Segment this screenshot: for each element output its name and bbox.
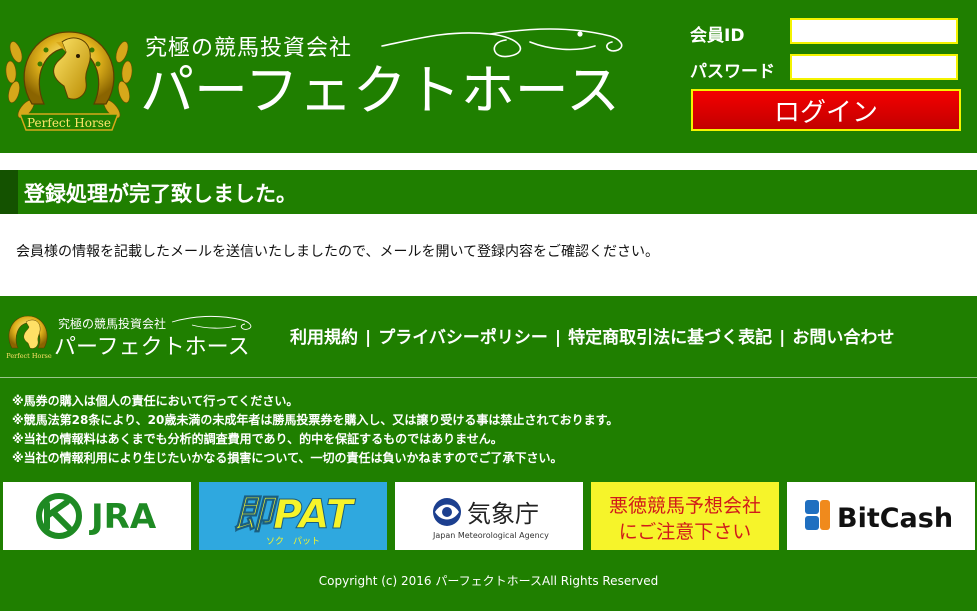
jma-logo-icon [433,498,461,526]
warning-line2: にご注意下さい [619,521,752,543]
link-separator: | [554,328,562,348]
footer-divider [0,377,977,378]
jra-banner[interactable]: JRA [3,482,191,550]
link-separator: | [365,328,372,348]
logo-emblem[interactable]: Perfect Horse [2,12,136,134]
notice-list: ※馬券の購入は個人の責任において行ってください。 ※競馬法第28条により、20歳… [12,392,618,468]
footer-logo[interactable]: Perfect Horse 究極の競馬投資会社 パーフェクトホース [2,310,272,360]
link-separator: | [779,328,786,348]
heading-accent [0,170,18,214]
bitcash-banner[interactable]: BitCash [787,482,975,550]
copyright-text: Copyright (c) 2016 パーフェクトホースAll Rights R… [318,574,659,588]
notice-item: ※競馬法第28条により、20歳未満の未成年者は勝馬投票券を購入し、又は譲り受ける… [12,413,619,427]
site-footer: Perfect Horse 究極の競馬投資会社 パーフェクトホース 利用規約 | プ… [0,296,977,611]
footer-brand-name: パーフェクトホース [54,335,250,360]
jra-text: JRA [89,497,157,537]
notice-item: ※馬券の購入は個人の責任において行ってください。 [12,394,299,408]
footer-links: 利用規約 | プライバシーポリシー | 特定商取引法に基づく表記 | お問い合わせ [290,323,894,348]
member-id-label: 会員ID [690,26,745,46]
contact-link[interactable]: お問い合わせ [792,328,894,348]
privacy-policy-link[interactable]: プライバシーポリシー [378,328,548,348]
login-button[interactable]: ログイン [691,89,961,131]
bitcash-logo-icon [805,500,830,530]
member-id-input[interactable] [790,18,958,44]
soku-pat-subtext: ソク パット [266,536,320,547]
soku-pat-text: 即PAT [233,492,356,538]
jra-logo-icon [36,493,82,539]
terms-link[interactable]: 利用規約 [290,328,358,348]
page-title: 登録処理が完了致しました。 [24,182,297,206]
soku-pat-banner[interactable]: 即PAT ソク パット [199,482,387,550]
page-heading-bar: 登録処理が完了致しました。 [0,170,977,214]
completion-message: 会員様の情報を記載したメールを送信いたしましたので、メールを開いて登録内容をご確… [16,244,660,260]
emblem-text: Perfect Horse [27,116,111,130]
footer-emblem-text: Perfect Horse [6,352,52,360]
jma-banner[interactable]: 気象庁 Japan Meteorological Agency [395,482,583,550]
footer-tagline: 究極の競馬投資会社 [58,316,166,331]
site-header: Perfect Horse 究極の競馬投資会社 パーフェクトホース 会員ID パ… [0,0,977,153]
jma-name: 気象庁 [467,500,539,528]
password-input[interactable] [790,54,958,80]
brand-name: パーフェクトホース [140,59,621,122]
jma-subtext: Japan Meteorological Agency [432,531,549,540]
notice-item: ※当社の情報利用により生じたいかなる損害について、一切の責任は負いかねますのでご… [12,451,563,465]
bitcash-text: BitCash [837,503,953,534]
scam-warning-banner[interactable]: 悪徳競馬予想会社 にご注意下さい [591,482,779,550]
commercial-law-link[interactable]: 特定商取引法に基づく表記 [568,328,772,348]
notice-item: ※当社の情報料はあくまでも分析的調査費用であり、的中を保証するものではありません… [12,432,503,446]
warning-line1: 悪徳競馬予想会社 [609,495,761,517]
password-label: パスワード [690,62,775,82]
